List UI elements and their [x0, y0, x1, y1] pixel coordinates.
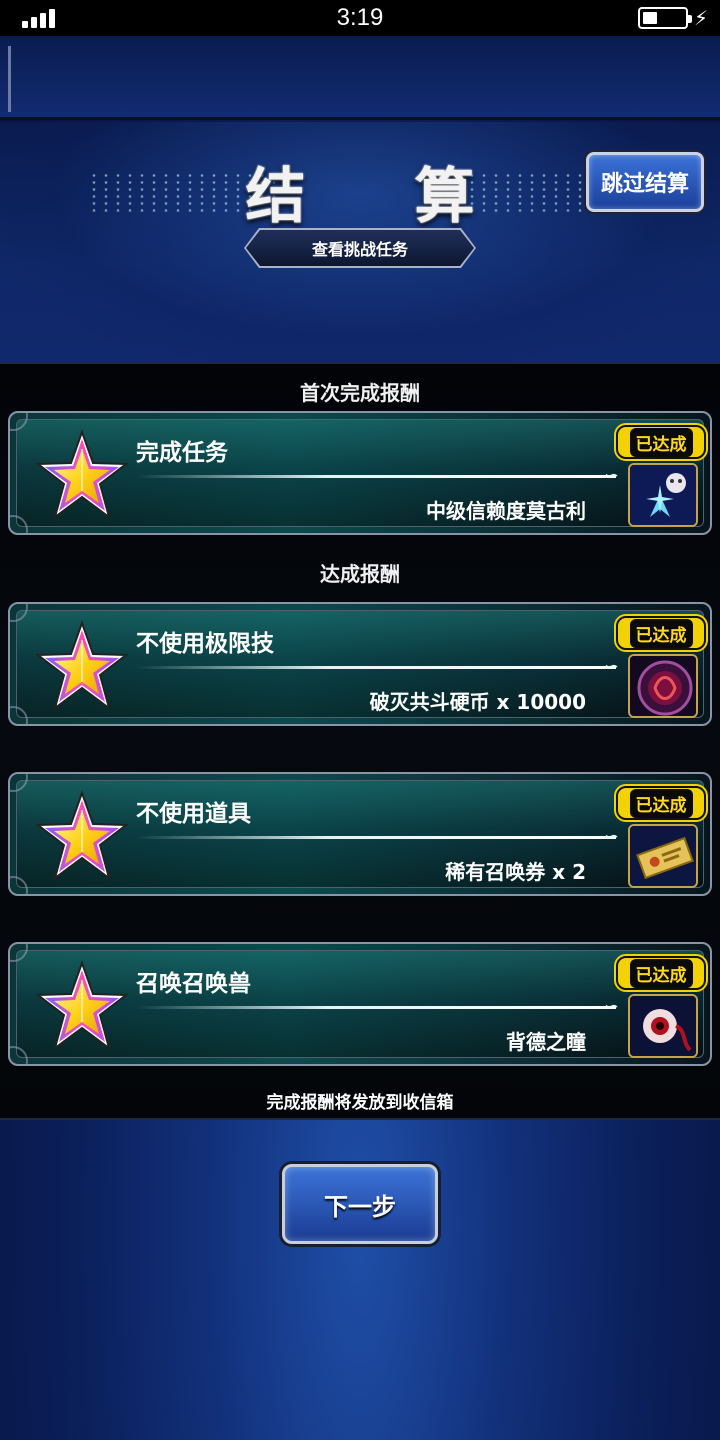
reward-text: 中级信赖度莫古利: [426, 499, 586, 523]
status-bar: 3:19 ⚡: [0, 0, 720, 36]
eyeball-icon[interactable]: [628, 994, 698, 1058]
top-band: [0, 36, 720, 120]
status-time: 3:19: [336, 4, 384, 31]
task-name: 召唤召唤兽: [136, 971, 251, 997]
achievement-reward-label: 达成报酬: [320, 562, 400, 586]
achieved-label: 已达成: [629, 958, 693, 988]
divider: [136, 1006, 616, 1009]
divider: [136, 666, 616, 669]
task-card: 召唤召唤兽 ∽ 背德之瞳 已达成: [8, 942, 712, 1066]
skip-settlement-button[interactable]: 跳过结算: [586, 152, 704, 212]
task-card: 不使用极限技 ∽ 破灭共斗硬币 x 10000 已达成: [8, 602, 712, 726]
star-icon: [35, 790, 129, 882]
next-step-button[interactable]: 下一步: [282, 1164, 438, 1244]
flourish-icon: ∽: [604, 465, 620, 486]
view-challenge-tasks-button[interactable]: 查看挑战任务: [246, 230, 474, 266]
reward-text: 稀有召唤券 x 2: [445, 860, 586, 884]
achieved-badge: 已达成: [616, 786, 706, 820]
charging-icon: ⚡: [693, 6, 708, 30]
divider: [136, 475, 616, 478]
task-card: 不使用道具 ∽ 稀有召唤券 x 2 已达成: [8, 772, 712, 896]
reward-text: 背德之瞳: [506, 1030, 586, 1054]
star-icon: [35, 429, 129, 521]
battery-icon: [638, 7, 692, 29]
achieved-badge: 已达成: [616, 425, 706, 459]
star-icon: [35, 620, 129, 712]
task-card: 完成任务 ∽ 中级信赖度莫古利 已达成: [8, 411, 712, 535]
achieved-badge: 已达成: [616, 956, 706, 990]
achieved-badge: 已达成: [616, 616, 706, 650]
reward-text: 破灭共斗硬币 x 10000: [369, 690, 586, 714]
achieved-label: 已达成: [629, 427, 693, 457]
flourish-icon: ∽: [604, 996, 620, 1017]
divider: [136, 836, 616, 839]
coin-icon[interactable]: [628, 654, 698, 718]
task-name: 不使用道具: [136, 801, 251, 827]
ticket-icon[interactable]: [628, 824, 698, 888]
task-name: 完成任务: [136, 440, 228, 466]
flourish-icon: ∽: [604, 656, 620, 677]
achieved-label: 已达成: [629, 618, 693, 648]
moogle-trust-icon[interactable]: [628, 463, 698, 527]
star-icon: [35, 960, 129, 1052]
task-name: 不使用极限技: [136, 631, 274, 657]
achieved-label: 已达成: [629, 788, 693, 818]
first-clear-reward-label: 首次完成报酬: [300, 381, 420, 405]
mailbox-note: 完成报酬将发放到收信箱: [266, 1093, 454, 1113]
flourish-icon: ∽: [604, 826, 620, 847]
